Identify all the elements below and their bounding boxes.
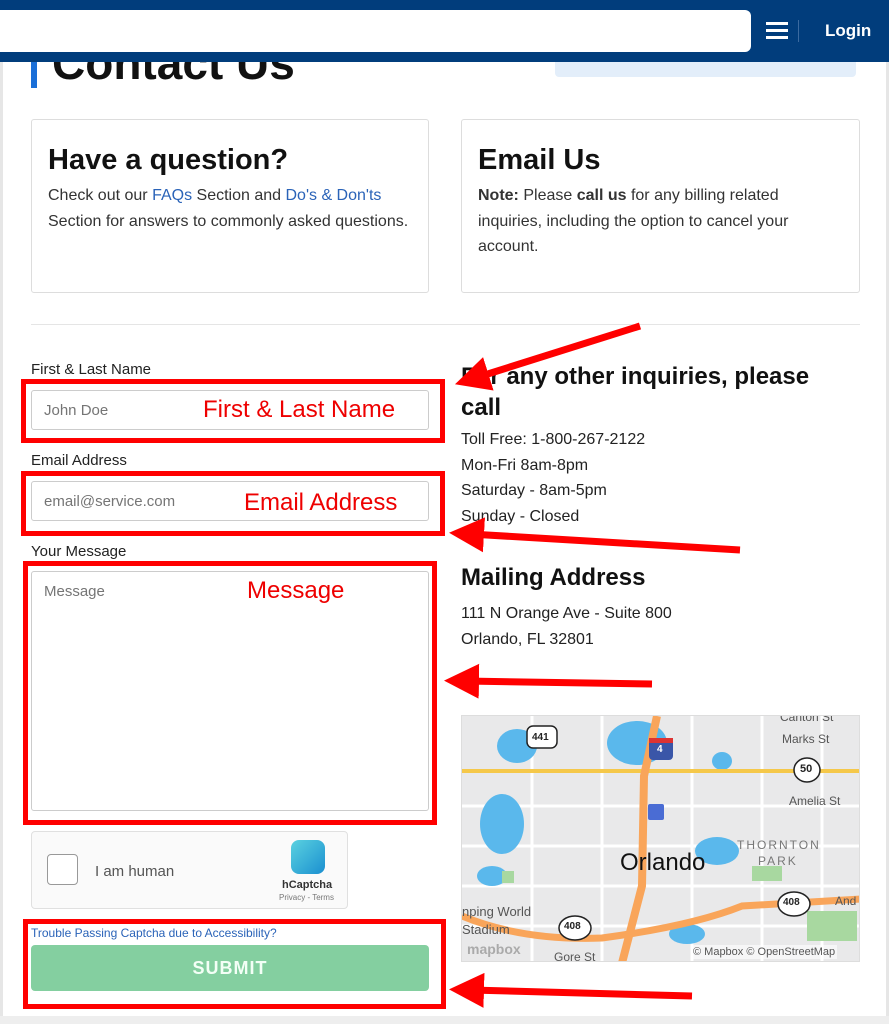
- email-card: Email Us Note: Please call us for any bi…: [461, 119, 860, 293]
- shield-408: 408: [783, 897, 800, 908]
- map-label: And: [835, 894, 857, 908]
- page-bottom: [0, 1016, 889, 1024]
- map-label: Stadium: [462, 922, 510, 937]
- shield-i4: 4: [657, 744, 663, 755]
- hcaptcha-widget: I am human hCaptcha Privacy - Terms: [31, 831, 348, 909]
- text: Check out our: [48, 187, 153, 204]
- annotation-label-message: Message: [247, 577, 345, 604]
- search-input[interactable]: [0, 10, 751, 52]
- mailing-address: 111 N Orange Ave - Suite 800 Orlando, FL…: [461, 601, 672, 652]
- title-accent: [31, 62, 37, 88]
- captcha-checkbox[interactable]: [47, 854, 78, 885]
- card-text: Note: Please call us for any billing rel…: [478, 183, 843, 260]
- captcha-label: I am human: [95, 863, 175, 880]
- mailing-heading: Mailing Address: [461, 564, 646, 591]
- mapbox-logo[interactable]: mapbox: [467, 941, 521, 957]
- login-button[interactable]: Login: [825, 21, 871, 41]
- captcha-brand: hCaptcha: [282, 879, 333, 891]
- hcaptcha-logo-icon: [291, 840, 325, 874]
- address-line: Orlando, FL 32801: [461, 630, 594, 648]
- map-city-label: Orlando: [620, 849, 706, 876]
- shield-408: 408: [564, 921, 581, 932]
- call-us-text: call us: [576, 187, 627, 204]
- annotation-box-message: [23, 561, 437, 825]
- menu-button[interactable]: [766, 22, 788, 40]
- toll-free: Toll Free: 1-800-267-2122: [461, 431, 646, 448]
- map-attribution[interactable]: © Mapbox © OpenStreetMap: [691, 945, 838, 959]
- shield-50: 50: [800, 763, 813, 775]
- phone-button[interactable]: [555, 62, 856, 77]
- phone-hours: Toll Free: 1-800-267-2122 Mon-Fri 8am-8p…: [461, 427, 645, 529]
- question-card: Have a question? Check out our FAQs Sect…: [31, 119, 429, 293]
- map-label: Marks St: [782, 732, 830, 746]
- map[interactable]: 441 4 50 408 408 Canton St Marks St Amel…: [461, 715, 860, 962]
- dos-donts-link[interactable]: Do's & Don'ts: [285, 187, 381, 204]
- card-title: Have a question?: [48, 144, 289, 176]
- divider: [798, 20, 799, 42]
- map-label: THORNTON: [737, 838, 821, 852]
- message-label: Your Message: [31, 543, 127, 560]
- map-label: nping World: [462, 904, 532, 919]
- annotation-label-email: Email Address: [244, 489, 398, 516]
- map-label: PARK: [758, 854, 798, 868]
- text: Section and: [192, 187, 286, 204]
- map-label: Canton St: [780, 715, 834, 724]
- email-label: Email Address: [31, 452, 127, 469]
- name-label: First & Last Name: [31, 361, 152, 378]
- text: Please: [518, 187, 577, 204]
- map-label: Gore St: [554, 950, 596, 962]
- text: Section for answers to commonly asked qu…: [48, 212, 409, 230]
- hours-sunday: Sunday - Closed: [461, 507, 580, 525]
- hours-saturday: Saturday - 8am-5pm: [461, 482, 607, 499]
- inquiries-heading: For any other inquiries, please call: [461, 363, 810, 421]
- map-label: Amelia St: [789, 794, 841, 808]
- card-text: Check out our FAQs Section and Do's & Do…: [48, 183, 412, 234]
- annotation-box-submit: [23, 919, 446, 1009]
- captcha-privacy-terms[interactable]: Privacy - Terms: [279, 893, 334, 902]
- hours-weekday: Mon-Fri 8am-8pm: [461, 456, 589, 474]
- annotation-label-name: First & Last Name: [203, 396, 396, 423]
- card-title: Email Us: [478, 144, 601, 176]
- address-line: 111 N Orange Ave - Suite 800: [461, 605, 672, 622]
- shield-441: 441: [532, 732, 549, 743]
- faqs-link[interactable]: FAQs: [152, 187, 192, 204]
- note-label: Note:: [478, 187, 519, 204]
- divider: [31, 324, 860, 325]
